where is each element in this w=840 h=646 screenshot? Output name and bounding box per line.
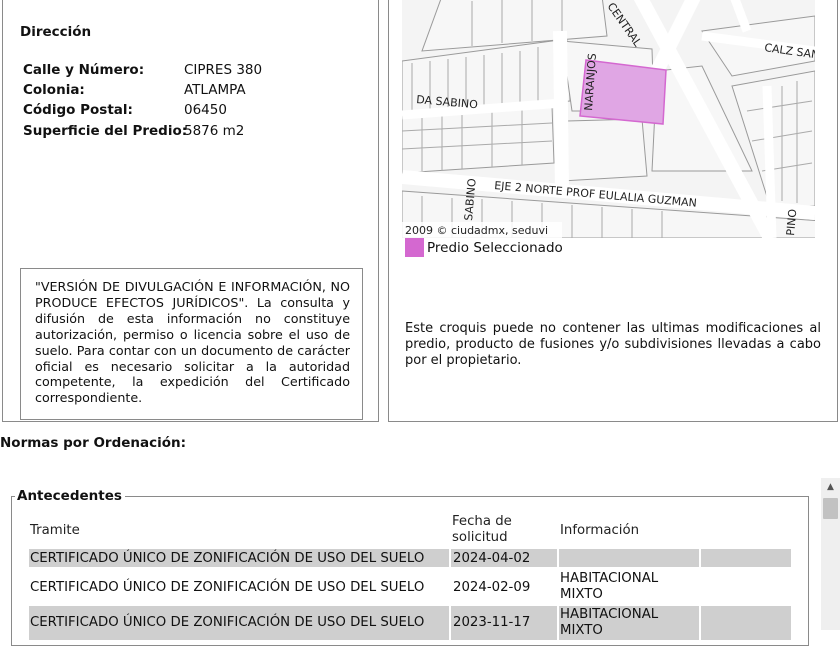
street-label: Calle y Número: (23, 62, 145, 78)
postal-code-label: Código Postal: (23, 102, 133, 118)
map-panel: CENTRAL CALZ SAN NARANJOS DA SABINO EJE … (388, 0, 838, 422)
row-tramite: CERTIFICADO ÚNICO DE ZONIFICACIÓN DE USO… (30, 551, 425, 566)
column-header-fecha: Fecha de solicitud (452, 514, 512, 545)
table-row: CERTIFICADO ÚNICO DE ZONIFICACIÓN DE USO… (29, 606, 791, 640)
table-row: CERTIFICADO ÚNICO DE ZONIFICACIÓN DE USO… (29, 549, 791, 567)
location-map[interactable]: CENTRAL CALZ SAN NARANJOS DA SABINO EJE … (402, 0, 815, 238)
colonia-value: ATLAMPA (184, 82, 246, 98)
address-heading: Dirección (20, 24, 92, 40)
address-panel: Dirección Calle y Número: CIPRES 380 Col… (2, 0, 379, 422)
row-informacion: HABITACIONAL MIXTO (560, 571, 659, 602)
scroll-up-arrow-icon[interactable]: ▲ (821, 478, 840, 496)
row-informacion: HABITACIONAL MIXTO (560, 607, 659, 638)
row-fecha: 2024-04-02 (453, 551, 531, 566)
row-tramite: CERTIFICADO ÚNICO DE ZONIFICACIÓN DE USO… (30, 580, 425, 595)
normas-title: Normas por Ordenación: (0, 435, 187, 451)
row-fecha: 2023-11-17 (453, 615, 531, 630)
column-header-tramite: Tramite (30, 523, 80, 538)
legend-swatch (405, 238, 424, 257)
map-attribution: 2009 © ciudadmx, seduvi (405, 224, 548, 237)
vertical-scrollbar[interactable]: ▲ (821, 478, 840, 630)
map-svg: CENTRAL CALZ SAN NARANJOS DA SABINO EJE … (402, 0, 815, 238)
postal-code-value: 06450 (184, 102, 227, 118)
antecedentes-legend: Antecedentes (15, 488, 125, 504)
map-note: Este croquis puede no contener las ultim… (405, 321, 821, 368)
colonia-label: Colonia: (23, 82, 85, 98)
row-tramite: CERTIFICADO ÚNICO DE ZONIFICACIÓN DE USO… (30, 615, 425, 630)
column-header-informacion: Información (560, 523, 640, 538)
street-value: CIPRES 380 (184, 62, 263, 78)
legend-label: Predio Seleccionado (427, 240, 563, 256)
row-fecha: 2024-02-09 (453, 580, 531, 595)
scroll-thumb[interactable] (823, 498, 838, 519)
area-value: 5876 m2 (184, 123, 245, 139)
disclaimer-box: "VERSIÓN DE DIVULGACIÓN E INFORMACIÓN, N… (20, 268, 363, 420)
map-label-pino: PINO (784, 208, 799, 236)
area-label: Superficie del Predio: (23, 123, 188, 139)
table-row: CERTIFICADO ÚNICO DE ZONIFICACIÓN DE USO… (29, 570, 791, 604)
